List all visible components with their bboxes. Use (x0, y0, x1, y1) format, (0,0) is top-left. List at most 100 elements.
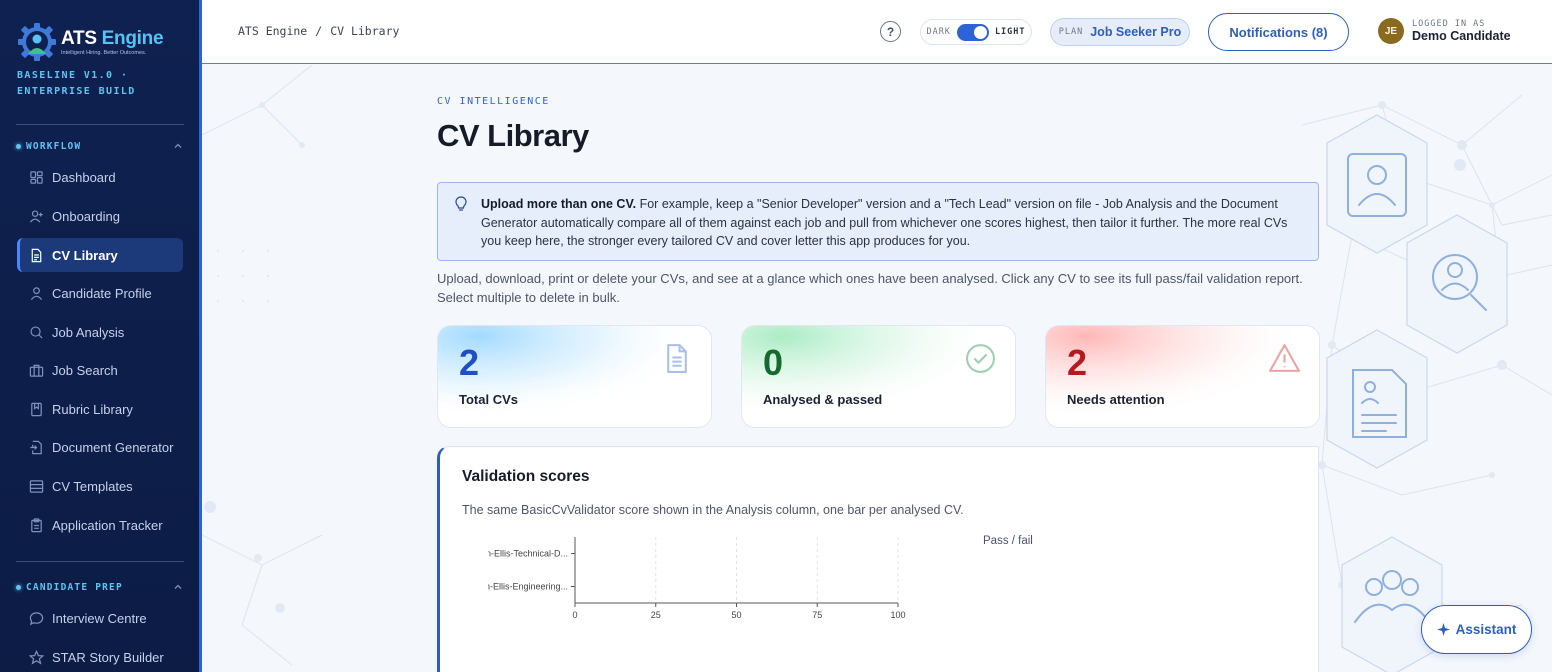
stat-value: 2 (1067, 342, 1088, 383)
user-plus-icon (29, 209, 43, 223)
brand-tagline: Intelligent Hiring. Better Outcomes. (61, 49, 147, 56)
sidebar-item-onboarding[interactable]: Onboarding (17, 199, 183, 233)
sidebar-item-label: Document Generator (52, 439, 174, 455)
brand-name-a: ATS (61, 27, 102, 49)
sidebar-item-candidate-profile[interactable]: Candidate Profile (17, 276, 183, 310)
chevron-up-icon[interactable] (172, 581, 184, 593)
x-tick-label: 50 (731, 610, 741, 620)
x-tick-label: 0 (572, 610, 577, 620)
grid-icon (30, 170, 43, 184)
sidebar-item-label: Interview Centre (52, 610, 147, 626)
document-icon (31, 248, 42, 262)
panel-title: Validation scores (462, 468, 590, 485)
lightbulb-icon (455, 196, 467, 211)
sidebar-item-label: Onboarding (52, 208, 120, 224)
user-menu[interactable]: JE LOGGED IN AS Demo Candidate (1378, 18, 1511, 44)
breadcrumb-current: CV Library (330, 24, 400, 38)
sidebar-item-job-analysis[interactable]: Job Analysis (17, 315, 183, 349)
page-eyebrow: CV INTELLIGENCE (437, 96, 550, 107)
page-description: Upload, download, print or delete your C… (437, 271, 1303, 305)
sidebar-divider (16, 561, 184, 562)
sidebar: ATS Engine Intelligent Hiring. Better Ou… (0, 0, 202, 672)
notifications-button[interactable]: Notifications (8) (1208, 13, 1349, 51)
x-tick-label: 25 (651, 610, 661, 620)
document-icon (667, 344, 687, 373)
section-prep-label: CANDIDATE PREP (26, 581, 123, 593)
sidebar-item-label: Job Analysis (52, 324, 125, 340)
sidebar-item-label: CV Templates (52, 478, 133, 494)
validation-score-chart: 0 25 50 75 100 Jordan-Ellis-Technical-D... Jor… (488, 537, 906, 620)
sidebar-item-label: Job Search (52, 362, 118, 378)
theme-toggle[interactable]: DARK LIGHT (920, 19, 1032, 45)
stat-label: Total CVs (459, 392, 518, 407)
chat-icon (29, 611, 44, 625)
y-tick-label: Jordan-Ellis-Engineering... (488, 582, 568, 592)
status-dot (16, 143, 21, 149)
sidebar-item-cv-templates[interactable]: CV Templates (17, 469, 183, 503)
sidebar-item-interview-centre[interactable]: Interview Centre (17, 601, 183, 635)
stat-label: Needs attention (1067, 392, 1165, 407)
sidebar-divider (16, 124, 184, 125)
template-icon (29, 479, 44, 493)
star-icon (29, 649, 44, 665)
user-icon (30, 286, 43, 300)
sidebar-item-label: STAR Story Builder (52, 649, 164, 665)
stat-card-needs-attention[interactable]: 2 Needs attention (1045, 325, 1320, 428)
theme-switch[interactable] (956, 23, 989, 41)
sidebar-item-cv-library[interactable]: CV Library (17, 238, 183, 272)
build-label: BASELINE V1.0 · ENTERPRISE BUILD (17, 70, 136, 97)
sidebar-item-document-generator[interactable]: Document Generator (17, 430, 183, 464)
stat-card-analysed-passed[interactable]: 0 Analysed & passed (741, 325, 1016, 428)
warning-icon (1269, 344, 1300, 372)
logo-gear-icon (18, 23, 56, 61)
validation-scores-panel: Validation scores The same BasicCvValida… (437, 446, 1319, 672)
search-icon (30, 325, 43, 339)
plan-key: PLAN (1058, 27, 1084, 37)
top-bar: ATS Engine / CV Library ? DARK LIGHT PLA… (202, 0, 1552, 64)
theme-dark-label: DARK (926, 27, 951, 37)
sidebar-item-label: Candidate Profile (52, 285, 152, 301)
panel-subtitle: The same BasicCvValidator score shown in… (462, 503, 964, 517)
stat-label: Analysed & passed (763, 392, 883, 407)
avatar[interactable]: JE (1378, 18, 1404, 44)
file-export-icon (30, 440, 42, 454)
status-dot (16, 584, 21, 590)
help-icon[interactable]: ? (880, 21, 901, 42)
section-workflow-label: WORKFLOW (26, 140, 82, 152)
breadcrumb-root[interactable]: ATS Engine (238, 24, 307, 38)
plan-badge[interactable]: PLAN Job Seeker Pro (1050, 18, 1190, 46)
chart-legend: Pass / fail (983, 535, 1033, 547)
sidebar-item-rubric-library[interactable]: Rubric Library (17, 392, 183, 426)
brand-name-b: Engine (101, 27, 164, 49)
x-tick-label: 100 (890, 610, 905, 620)
y-tick-label: Jordan-Ellis-Technical-D... (488, 549, 568, 559)
chevron-up-icon[interactable] (172, 140, 184, 152)
assistant-button[interactable]: Assistant (1421, 605, 1532, 654)
stat-value: 2 (459, 342, 480, 383)
theme-light-label: LIGHT (994, 27, 1026, 37)
stat-value: 0 (763, 342, 784, 383)
stat-card-total-cvs[interactable]: 2 Total CVs (437, 325, 712, 428)
sidebar-item-star-story-builder[interactable]: STAR Story Builder (17, 640, 183, 672)
sidebar-item-label: CV Library (52, 247, 118, 263)
upload-tip-callout: Upload more than one CV. For example, ke… (437, 182, 1319, 261)
x-tick-label: 75 (812, 610, 822, 620)
assistant-label: Assistant (1455, 622, 1517, 637)
brand[interactable]: ATS Engine Intelligent Hiring. Better Ou… (17, 22, 164, 62)
clipboard-icon (31, 517, 42, 532)
user-name: Demo Candidate (1412, 29, 1511, 43)
breadcrumb: ATS Engine / CV Library (238, 24, 399, 38)
sparkle-icon (1436, 623, 1450, 636)
page-title: CV Library (437, 118, 589, 153)
breadcrumb-separator: / (315, 24, 323, 38)
sidebar-item-dashboard[interactable]: Dashboard (17, 160, 183, 194)
sidebar-item-application-tracker[interactable]: Application Tracker (17, 508, 183, 542)
sidebar-item-label: Rubric Library (52, 401, 133, 417)
briefcase-icon (29, 364, 44, 377)
section-candidate-prep[interactable]: CANDIDATE PREP (16, 580, 184, 594)
user-key: LOGGED IN AS (1412, 19, 1486, 29)
check-circle-icon (966, 344, 995, 373)
tip-heading: Upload more than one CV. (481, 197, 637, 211)
section-workflow[interactable]: WORKFLOW (16, 139, 184, 153)
sidebar-item-job-search[interactable]: Job Search (17, 353, 183, 387)
